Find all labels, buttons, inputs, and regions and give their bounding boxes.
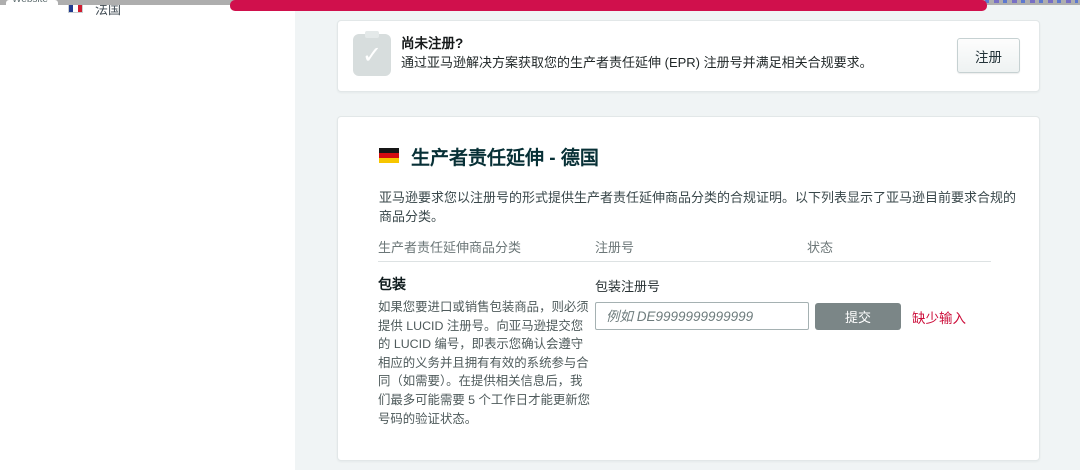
epr-card-description: 亚马逊要求您以注册号的形式提供生产者责任延伸商品分类的合规证明。以下列表显示了亚… xyxy=(379,187,1024,225)
clipboard-check-icon: ✓ xyxy=(353,34,391,76)
registration-number-label: 包装注册号 xyxy=(595,276,660,295)
register-card-title: 尚未注册? xyxy=(401,32,463,52)
register-promo-card: ✓ 尚未注册? 通过亚马逊解决方案获取您的生产者责任延伸 (EPR) 注册号并满… xyxy=(337,20,1040,92)
registration-number-input[interactable] xyxy=(595,302,809,330)
register-card-description: 通过亚马逊解决方案获取您的生产者责任延伸 (EPR) 注册号并满足相关合规要求。 xyxy=(401,52,873,71)
red-banner-bar xyxy=(230,0,987,11)
flag-germany-icon xyxy=(379,148,399,163)
category-name: 包装 xyxy=(378,274,406,294)
submit-button[interactable]: 提交 xyxy=(815,303,901,330)
register-button[interactable]: 注册 xyxy=(957,38,1020,73)
browser-tab-title: Website xyxy=(6,0,58,5)
clipped-text-fragment xyxy=(976,0,1078,3)
browser-tab[interactable]: Website xyxy=(6,0,58,5)
sidebar xyxy=(0,5,295,470)
category-description: 如果您要进口或销售包装商品，则必须提供 LUCID 注册号。向亚马逊提交您的 L… xyxy=(378,298,592,428)
status-badge: 缺少输入 xyxy=(912,307,966,327)
column-header-registration-number: 注册号 xyxy=(595,237,634,256)
epr-card-title: 生产者责任延伸 - 德国 xyxy=(411,143,599,170)
table-header-divider xyxy=(378,261,991,262)
column-header-category: 生产者责任延伸商品分类 xyxy=(378,237,521,256)
epr-germany-card: 生产者责任延伸 - 德国 亚马逊要求您以注册号的形式提供生产者责任延伸商品分类的… xyxy=(337,116,1040,461)
column-header-status: 状态 xyxy=(807,237,833,256)
